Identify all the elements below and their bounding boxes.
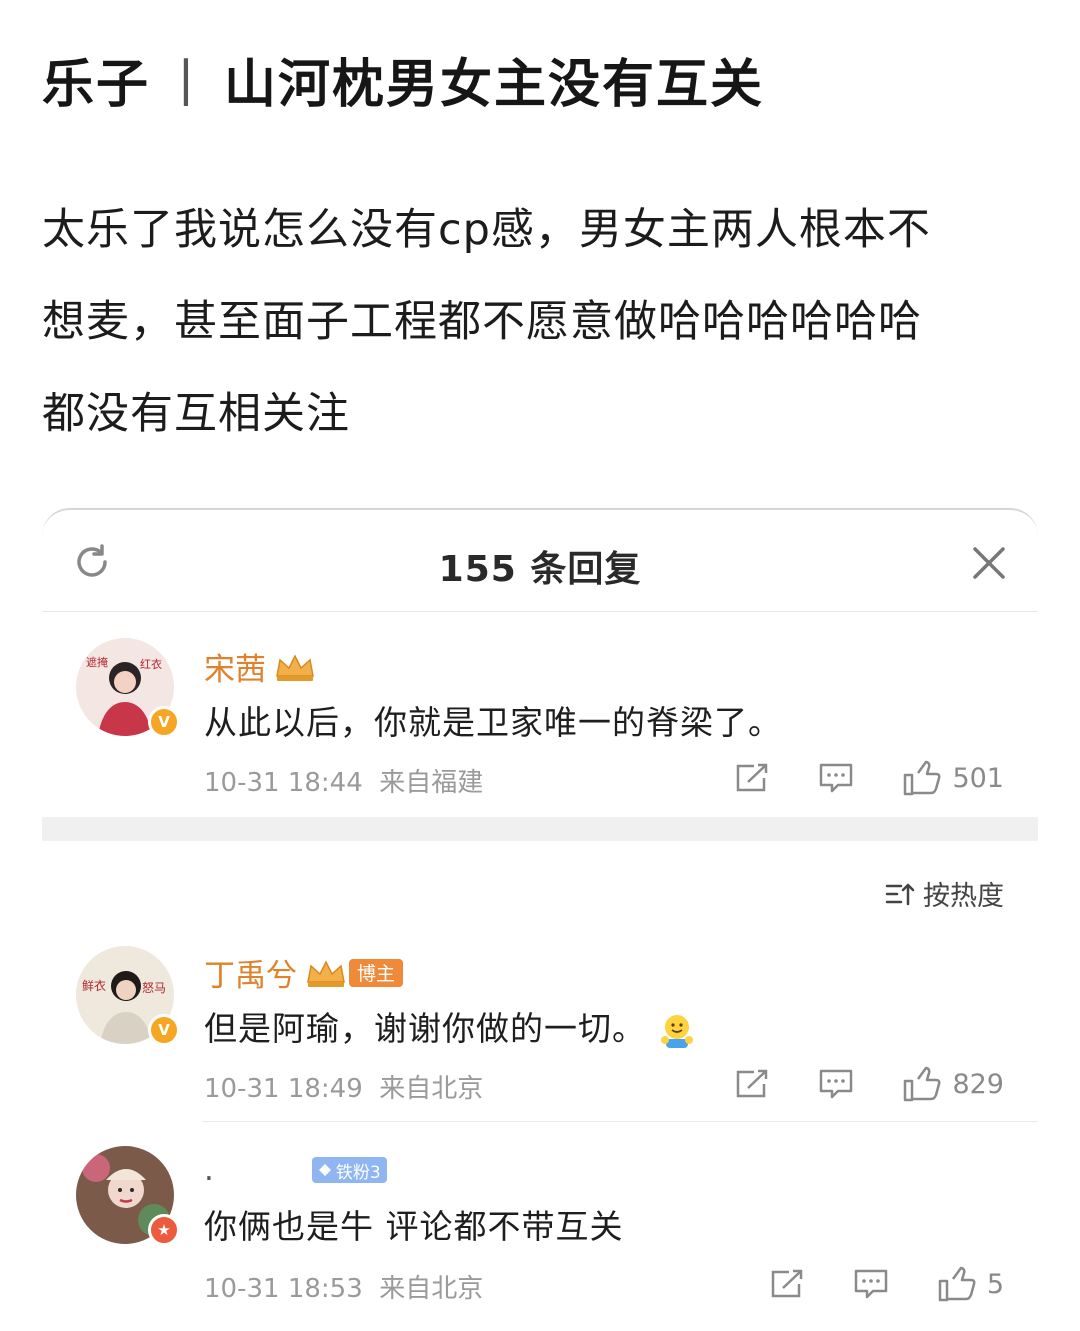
comment-text: 从此以后，你就是卫家唯一的脊梁了。 xyxy=(204,703,782,742)
svg-text:鲜衣: 鲜衣 xyxy=(82,978,106,993)
like-count: 501 xyxy=(952,762,1004,794)
crown-icon xyxy=(276,653,314,681)
member-badge: ★ xyxy=(148,1214,180,1246)
comment-location: 来自福建 xyxy=(379,768,484,798)
post-title-left: 乐子 xyxy=(42,55,151,115)
replies-count-title: 155 条回复 xyxy=(438,549,642,590)
thumbs-up-icon xyxy=(938,1266,976,1302)
crown-icon xyxy=(307,959,345,987)
fan-level-label: 铁粉3 xyxy=(335,1162,381,1183)
section-divider xyxy=(42,817,1038,841)
share-icon[interactable] xyxy=(769,1268,805,1300)
post-body: 太乐了我说怎么没有cp感，男女主两人根本不 想麦，甚至面子工程都不愿意做哈哈哈哈… xyxy=(42,184,1032,460)
svg-text:遮掩: 遮掩 xyxy=(86,655,108,669)
like-button[interactable]: 829 xyxy=(902,1066,1004,1102)
comment-location: 来自北京 xyxy=(379,1274,484,1304)
comment-text: 但是阿瑜，谢谢你做的一切。 xyxy=(204,1002,696,1050)
share-icon[interactable] xyxy=(734,762,770,794)
share-icon[interactable] xyxy=(734,1068,770,1100)
comment-icon[interactable] xyxy=(818,1068,854,1100)
username-text[interactable]: 丁禹兮 xyxy=(204,950,297,995)
comment-username[interactable]: 宋茜 xyxy=(204,644,316,689)
post-title: 乐子丨山河枕男女主没有互关 xyxy=(42,42,764,117)
comment-location: 来自北京 xyxy=(379,1074,484,1104)
svg-text:红衣: 红衣 xyxy=(140,657,162,671)
comment-separator xyxy=(202,1121,1038,1122)
comment-icon[interactable] xyxy=(853,1268,889,1300)
thumbs-up-icon xyxy=(904,760,941,796)
comment-text-content: 但是阿瑜，谢谢你做的一切。 xyxy=(204,1009,646,1048)
replies-panel-header: 155 条回复 xyxy=(42,510,1038,612)
post-body-line: 都没有互相关注 xyxy=(42,389,350,439)
like-button[interactable]: 5 xyxy=(937,1266,1004,1302)
blogger-tag: 博主 xyxy=(349,958,404,987)
comment-meta: 10-31 18:49 来自北京 xyxy=(204,1068,483,1105)
like-count: 829 xyxy=(952,1068,1004,1100)
replies-panel: 155 条回复 遮掩 红衣 V 宋茜 从此以后，你就是卫家唯一的脊梁了。 10-… xyxy=(42,508,1038,1331)
comment-username[interactable]: 丁禹兮 博主 xyxy=(204,950,404,995)
post-body-line: 想麦，甚至面子工程都不愿意做哈哈哈哈哈哈 xyxy=(42,297,922,347)
comment-meta: 10-31 18:53 来自北京 xyxy=(204,1268,483,1305)
sort-label: 按热度 xyxy=(923,881,1004,912)
comment-actions: 5 xyxy=(769,1266,1004,1302)
post-title-right: 山河枕男女主没有互关 xyxy=(224,55,765,115)
sort-icon xyxy=(885,883,915,905)
like-button[interactable]: 501 xyxy=(902,760,1004,796)
comment-time: 10-31 18:53 xyxy=(204,1274,363,1304)
verified-badge: V xyxy=(148,706,180,738)
comment-meta: 10-31 18:44 来自福建 xyxy=(204,762,483,799)
comment-text: 你俩也是牛 评论都不带互关 xyxy=(204,1207,624,1246)
thumbs-up-icon xyxy=(904,1066,941,1102)
comment-actions: 829 xyxy=(734,1066,1004,1102)
sort-toggle[interactable]: 按热度 xyxy=(885,874,1004,913)
comment-time: 10-31 18:49 xyxy=(204,1074,363,1104)
fan-level-tag: 铁粉3 xyxy=(311,1157,387,1183)
like-count: 5 xyxy=(986,1268,1004,1300)
diamond-icon xyxy=(318,1164,331,1176)
username-text[interactable]: . xyxy=(204,1152,214,1188)
verified-badge: V xyxy=(148,1014,180,1046)
post-body-line: 太乐了我说怎么没有cp感，男女主两人根本不 xyxy=(42,205,931,255)
comment-username[interactable]: . 铁粉3 xyxy=(204,1152,387,1188)
hugging-emoji-icon xyxy=(661,1014,693,1048)
comment-time: 10-31 18:44 xyxy=(204,768,363,798)
post-title-separator: 丨 xyxy=(160,55,215,115)
comment-icon[interactable] xyxy=(818,762,854,794)
close-icon[interactable] xyxy=(972,546,1006,580)
username-text[interactable]: 宋茜 xyxy=(204,644,266,689)
svg-text:怒马: 怒马 xyxy=(142,980,166,995)
comment-actions: 501 xyxy=(734,760,1004,796)
